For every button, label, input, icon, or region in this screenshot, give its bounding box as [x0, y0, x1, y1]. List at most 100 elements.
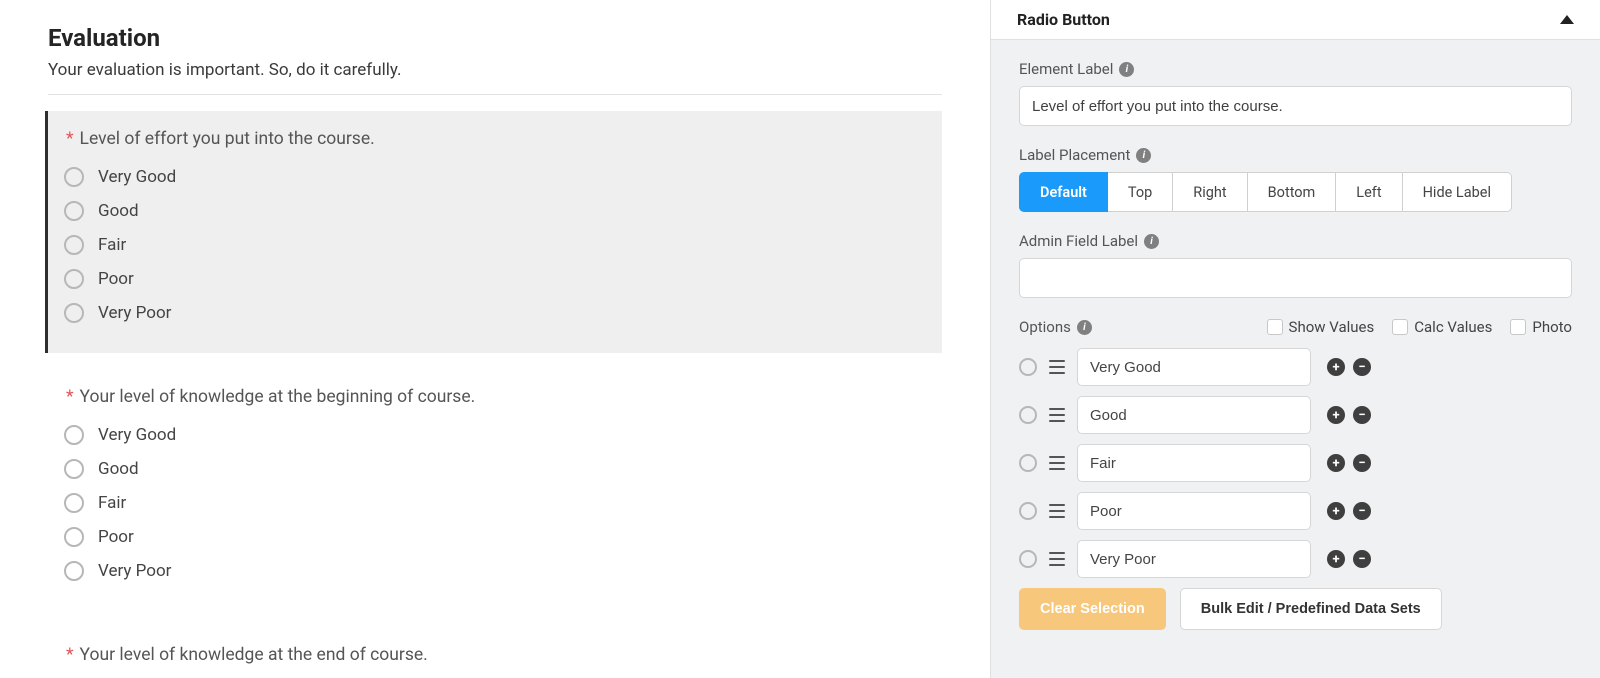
placement-top[interactable]: Top	[1108, 172, 1173, 212]
radio-label: Very Good	[98, 425, 176, 445]
options-title: Options i	[1019, 318, 1092, 336]
remove-option-button[interactable]: −	[1353, 454, 1371, 472]
option-row: +−	[1019, 396, 1572, 434]
admin-label-title: Admin Field Label i	[1019, 232, 1572, 250]
radio-label: Fair	[98, 493, 126, 513]
options-checkboxes: Show Values Calc Values Photo	[1267, 318, 1572, 336]
placement-right[interactable]: Right	[1173, 172, 1247, 212]
check-show-values[interactable]: Show Values	[1267, 318, 1375, 336]
options-list: +−+−+−+−+−	[1019, 348, 1572, 578]
radio-icon	[64, 303, 84, 323]
info-icon[interactable]: i	[1136, 148, 1151, 163]
check-calc-values[interactable]: Calc Values	[1392, 318, 1492, 336]
question-block[interactable]: *Level of effort you put into the course…	[45, 111, 942, 353]
radio-option[interactable]: Fair	[62, 231, 928, 259]
radio-option[interactable]: Poor	[62, 523, 928, 551]
options-actions: Clear Selection Bulk Edit / Predefined D…	[1019, 588, 1572, 630]
label-placement-group: Label Placement i DefaultTopRightBottomL…	[1019, 146, 1572, 212]
placement-hide-label[interactable]: Hide Label	[1403, 172, 1512, 212]
option-default-radio[interactable]	[1019, 358, 1037, 376]
radio-label: Fair	[98, 235, 126, 255]
radio-option[interactable]: Good	[62, 197, 928, 225]
admin-label-group: Admin Field Label i	[1019, 232, 1572, 298]
placement-default[interactable]: Default	[1019, 172, 1108, 212]
radio-icon	[64, 425, 84, 445]
add-option-button[interactable]: +	[1327, 454, 1345, 472]
label-placement-text: Label Placement	[1019, 146, 1130, 164]
info-icon[interactable]: i	[1144, 234, 1159, 249]
option-default-radio[interactable]	[1019, 454, 1037, 472]
bulk-edit-button[interactable]: Bulk Edit / Predefined Data Sets	[1180, 588, 1442, 630]
info-icon[interactable]: i	[1119, 62, 1134, 77]
radio-label: Good	[98, 201, 139, 221]
radio-option[interactable]: Good	[62, 455, 928, 483]
option-text-input[interactable]	[1077, 444, 1311, 482]
element-label-text: Element Label	[1019, 60, 1113, 78]
question-block[interactable]: *Your level of knowledge at the beginnin…	[48, 369, 942, 611]
radio-option[interactable]: Very Poor	[62, 557, 928, 585]
radio-option[interactable]: Poor	[62, 265, 928, 293]
remove-option-button[interactable]: −	[1353, 502, 1371, 520]
radio-icon	[64, 561, 84, 581]
question-block[interactable]: *Your level of knowledge at the end of c…	[48, 627, 942, 678]
radio-option[interactable]: Very Good	[62, 421, 928, 449]
remove-option-button[interactable]: −	[1353, 550, 1371, 568]
admin-label-input[interactable]	[1019, 258, 1572, 298]
info-icon[interactable]: i	[1077, 320, 1092, 335]
radio-label: Poor	[98, 269, 134, 289]
drag-handle-icon[interactable]	[1049, 360, 1065, 374]
element-label-title: Element Label i	[1019, 60, 1572, 78]
element-label-input[interactable]	[1019, 86, 1572, 126]
radio-option[interactable]: Very Good	[62, 163, 928, 191]
option-row: +−	[1019, 540, 1572, 578]
checkbox-icon	[1267, 319, 1283, 335]
checkbox-icon	[1510, 319, 1526, 335]
label-placement-buttons: DefaultTopRightBottomLeftHide Label	[1019, 172, 1572, 212]
option-text-input[interactable]	[1077, 492, 1311, 530]
drag-handle-icon[interactable]	[1049, 408, 1065, 422]
panel-header[interactable]: Radio Button	[991, 0, 1600, 40]
option-row: +−	[1019, 492, 1572, 530]
radio-option[interactable]: Fair	[62, 489, 928, 517]
checkbox-label: Photo	[1532, 318, 1572, 336]
placement-left[interactable]: Left	[1336, 172, 1402, 212]
add-option-button[interactable]: +	[1327, 502, 1345, 520]
radio-icon	[64, 235, 84, 255]
drag-handle-icon[interactable]	[1049, 456, 1065, 470]
chevron-up-icon[interactable]	[1560, 15, 1574, 24]
remove-option-button[interactable]: −	[1353, 406, 1371, 424]
radio-label: Very Poor	[98, 303, 171, 323]
add-option-button[interactable]: +	[1327, 550, 1345, 568]
panel-title: Radio Button	[1017, 10, 1110, 29]
placement-bottom[interactable]: Bottom	[1248, 172, 1337, 212]
drag-handle-icon[interactable]	[1049, 552, 1065, 566]
radio-icon	[64, 269, 84, 289]
radio-label: Good	[98, 459, 139, 479]
radio-icon	[64, 459, 84, 479]
question-label: *Your level of knowledge at the end of c…	[62, 645, 928, 665]
check-photo[interactable]: Photo	[1510, 318, 1572, 336]
admin-label-text: Admin Field Label	[1019, 232, 1138, 250]
option-row: +−	[1019, 444, 1572, 482]
add-option-button[interactable]: +	[1327, 358, 1345, 376]
options-group: Options i Show ValuesCalc ValuesPhoto +−…	[1019, 318, 1572, 630]
radio-option[interactable]: Very Poor	[62, 299, 928, 327]
option-default-radio[interactable]	[1019, 502, 1037, 520]
element-label-group: Element Label i	[1019, 60, 1572, 126]
clear-selection-button[interactable]: Clear Selection	[1019, 588, 1166, 630]
add-option-button[interactable]: +	[1327, 406, 1345, 424]
option-default-radio[interactable]	[1019, 550, 1037, 568]
question-label: *Level of effort you put into the course…	[62, 129, 928, 149]
option-text-input[interactable]	[1077, 540, 1311, 578]
option-text-input[interactable]	[1077, 396, 1311, 434]
label-placement-title: Label Placement i	[1019, 146, 1572, 164]
drag-handle-icon[interactable]	[1049, 504, 1065, 518]
form-description: Your evaluation is important. So, do it …	[48, 60, 942, 95]
radio-label: Poor	[98, 527, 134, 547]
option-text-input[interactable]	[1077, 348, 1311, 386]
remove-option-button[interactable]: −	[1353, 358, 1371, 376]
question-label: *Your level of knowledge at the beginnin…	[62, 387, 928, 407]
checkbox-label: Calc Values	[1414, 318, 1492, 336]
option-default-radio[interactable]	[1019, 406, 1037, 424]
radio-icon	[64, 201, 84, 221]
